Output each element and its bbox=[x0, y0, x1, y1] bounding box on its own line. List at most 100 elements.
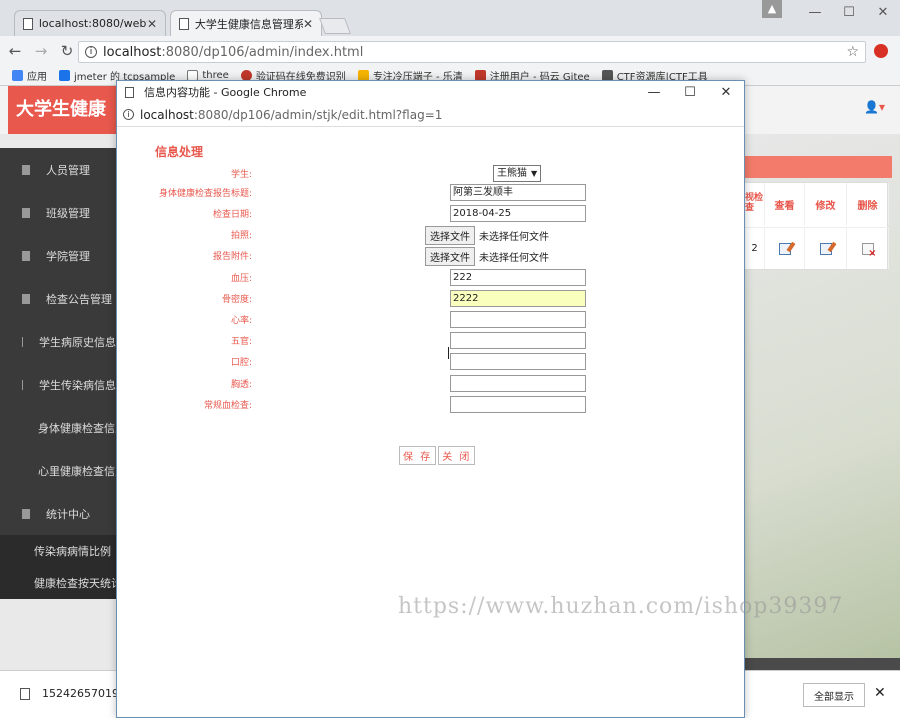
tab-health-system[interactable]: 大学生健康信息管理系统 ✕ bbox=[170, 10, 322, 36]
heart-rate-input[interactable] bbox=[450, 311, 586, 328]
view-icon[interactable] bbox=[778, 242, 791, 255]
url-path: :8080/dp106/admin/index.html bbox=[161, 44, 364, 60]
file-icon bbox=[20, 687, 30, 700]
close-icon[interactable]: ✕ bbox=[866, 0, 900, 24]
sidebar-item-label: 学院管理 bbox=[46, 249, 90, 263]
table-header: 修改 bbox=[805, 183, 847, 225]
maximize-icon[interactable]: ☐ bbox=[832, 0, 866, 24]
close-button[interactable]: 关 闭 bbox=[438, 446, 476, 465]
form-row-five-senses: 五官: bbox=[117, 332, 746, 350]
forward-icon[interactable]: → bbox=[30, 42, 52, 60]
minimize-icon[interactable]: — bbox=[636, 85, 672, 100]
close-icon[interactable]: ✕ bbox=[708, 85, 744, 100]
panel-header bbox=[744, 156, 892, 178]
maximize-icon[interactable]: ☐ bbox=[672, 85, 708, 100]
sidebar-item-notices[interactable]: 检查公告管理 bbox=[0, 277, 116, 320]
student-selected-value: 王熊猫 bbox=[497, 168, 527, 179]
table-cell: 2 bbox=[745, 227, 765, 269]
page-icon bbox=[23, 17, 33, 30]
save-button[interactable]: 保 存 bbox=[399, 446, 437, 465]
browser-toolbar: ← → ↻ i localhost :8080/dp106/admin/inde… bbox=[0, 36, 900, 66]
field-label: 骨密度: bbox=[221, 295, 252, 305]
sidebar-item-statistics[interactable]: 统计中心 bbox=[0, 492, 116, 535]
sidebar-sub-infectious-ratio[interactable]: 传染病病情比例 bbox=[0, 535, 116, 567]
sidebar-item-classes[interactable]: 班级管理 bbox=[0, 191, 116, 234]
sidebar-item-label: 人员管理 bbox=[46, 163, 90, 177]
tab-webtools[interactable]: localhost:8080/webtoo ✕ bbox=[14, 10, 166, 36]
five-senses-input[interactable] bbox=[450, 332, 586, 349]
reload-icon[interactable]: ↻ bbox=[56, 42, 78, 60]
sidebar-item-mental-check[interactable]: 心里健康检查信息 bbox=[0, 449, 116, 492]
delete-icon[interactable] bbox=[861, 242, 877, 259]
report-title-input[interactable]: 阿第三发顺丰 bbox=[450, 184, 586, 201]
sidebar-item-people[interactable]: 人员管理 bbox=[0, 148, 116, 191]
info-icon[interactable]: i bbox=[123, 109, 134, 120]
form-row-check-date: 检查日期: 2018-04-25 bbox=[117, 205, 746, 223]
field-label: 检查日期: bbox=[212, 210, 252, 220]
text-cursor-icon bbox=[448, 347, 450, 359]
blood-routine-input[interactable] bbox=[450, 396, 586, 413]
student-select[interactable]: 王熊猫 ▼ bbox=[493, 165, 542, 182]
form-row-attachment: 报告附件: 选择文件 未选择任何文件 bbox=[117, 247, 746, 266]
sidebar-item-medical-history[interactable]: 学生病原史信息 bbox=[0, 320, 116, 363]
tab-close-icon[interactable]: ✕ bbox=[147, 17, 157, 31]
edit-action[interactable] bbox=[805, 227, 847, 269]
document-icon bbox=[22, 293, 30, 304]
download-file-name: 152426570191 bbox=[42, 687, 126, 700]
shelf-close-icon[interactable]: ✕ bbox=[874, 685, 886, 701]
bone-density-input[interactable]: 2222 bbox=[450, 290, 586, 307]
profile-icon[interactable]: ▲ bbox=[762, 0, 782, 18]
edit-icon[interactable] bbox=[819, 242, 832, 255]
choose-file-button[interactable]: 选择文件 bbox=[425, 226, 475, 245]
photo-file-input: 选择文件 未选择任何文件 bbox=[425, 226, 549, 245]
bookmark-star-icon[interactable]: ☆ bbox=[846, 44, 859, 60]
tab-strip: localhost:8080/webtoo ✕ 大学生健康信息管理系统 ✕ ▲ … bbox=[0, 0, 900, 36]
tab-close-icon[interactable]: ✕ bbox=[303, 17, 313, 31]
check-date-input[interactable]: 2018-04-25 bbox=[450, 205, 586, 222]
url-path: :8080/dp106/admin/stjk/edit.html?flag=1 bbox=[193, 107, 443, 122]
file-status: 未选择任何文件 bbox=[479, 232, 549, 243]
sidebar-item-physical-check[interactable]: 身体健康检查信息 bbox=[0, 406, 116, 449]
user-menu-icon[interactable]: 👤▾ bbox=[864, 100, 885, 114]
field-label: 常规血检查: bbox=[203, 401, 252, 411]
popup-title-bar: 信息内容功能 - Google Chrome — ☐ ✕ bbox=[117, 81, 744, 103]
tab-label: localhost:8080/webtoo bbox=[38, 17, 147, 30]
field-label: 心率: bbox=[230, 316, 252, 326]
field-label: 学生: bbox=[230, 170, 252, 180]
dropdown-arrow-icon: ▼ bbox=[531, 169, 538, 178]
delete-action[interactable] bbox=[847, 227, 889, 269]
sidebar-item-label: 学生传染病信息 bbox=[39, 378, 116, 392]
attachment-file-input: 选择文件 未选择任何文件 bbox=[425, 247, 549, 266]
sidebar-item-label: 班级管理 bbox=[46, 206, 90, 220]
sidebar-item-label: 检查公告管理 bbox=[46, 292, 112, 306]
view-action[interactable] bbox=[765, 227, 805, 269]
popup-address-bar[interactable]: i localhost :8080/dp106/admin/stjk/edit.… bbox=[117, 103, 744, 127]
shield-icon bbox=[59, 70, 70, 81]
sidebar-sub-daily-stats[interactable]: 健康检查按天统计 bbox=[0, 567, 116, 599]
extension-icon[interactable] bbox=[874, 44, 888, 58]
back-icon[interactable]: ← bbox=[4, 42, 26, 60]
table-header: 视检查 bbox=[745, 183, 765, 225]
watermark: https://www.huzhan.com/ishop39397 bbox=[398, 594, 844, 619]
document-icon bbox=[22, 508, 30, 519]
sidebar-item-infectious[interactable]: 学生传染病信息 bbox=[0, 363, 116, 406]
form-row-student: 学生: 王熊猫 ▼ bbox=[117, 165, 746, 183]
oral-input[interactable] bbox=[450, 353, 586, 370]
blood-pressure-input[interactable]: 222 bbox=[450, 269, 586, 286]
form-row-bone-density: 骨密度: 2222 bbox=[117, 290, 746, 308]
minimize-icon[interactable]: — bbox=[798, 0, 832, 24]
field-label: 口腔: bbox=[230, 358, 252, 368]
address-bar[interactable]: i localhost :8080/dp106/admin/index.html… bbox=[78, 41, 866, 63]
sidebar-item-label: 学生病原史信息 bbox=[39, 335, 116, 349]
field-label: 血压: bbox=[230, 274, 252, 284]
choose-file-button[interactable]: 选择文件 bbox=[425, 247, 475, 266]
download-item[interactable]: 152426570191 bbox=[20, 687, 126, 700]
chest-xray-input[interactable] bbox=[450, 375, 586, 392]
bookmark-apps[interactable]: 应用 bbox=[12, 68, 47, 83]
info-icon[interactable]: i bbox=[85, 46, 97, 58]
form-row-heart-rate: 心率: bbox=[117, 311, 746, 329]
field-label: 身体健康检查报告标题: bbox=[158, 189, 252, 199]
show-all-button[interactable]: 全部显示 bbox=[803, 683, 865, 707]
new-tab-button[interactable] bbox=[319, 18, 351, 34]
sidebar-item-colleges[interactable]: 学院管理 bbox=[0, 234, 116, 277]
